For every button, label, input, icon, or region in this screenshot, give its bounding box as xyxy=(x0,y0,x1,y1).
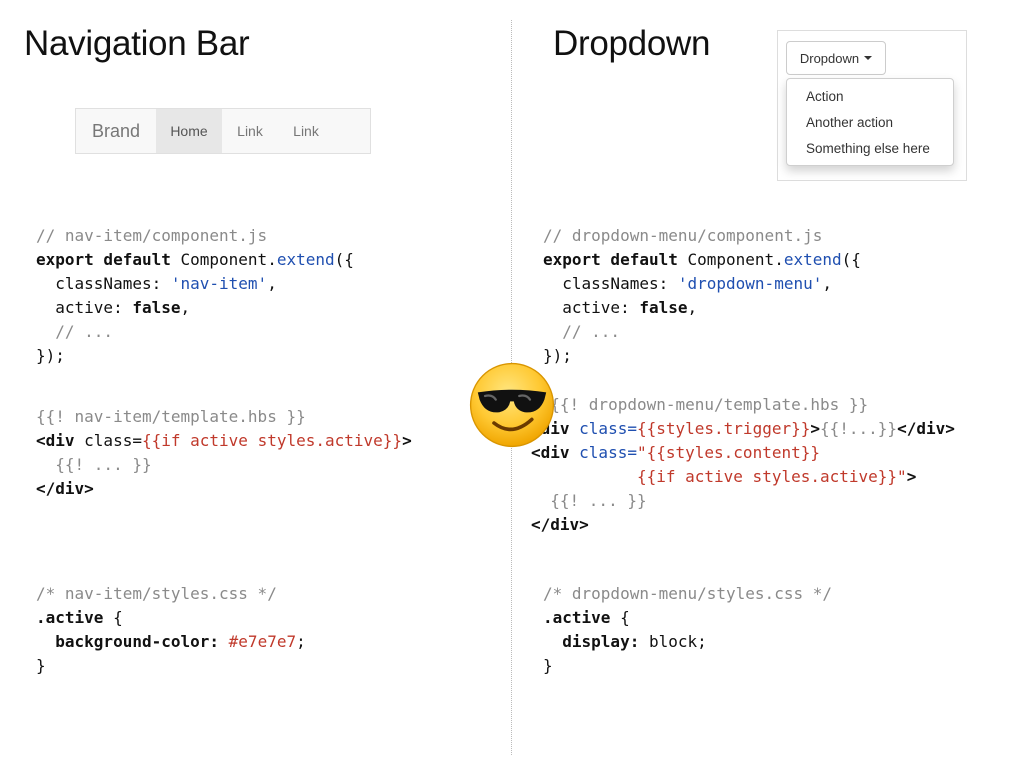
dropdown-example: Dropdown Action Another action Something… xyxy=(777,30,967,181)
code-helper: {{styles.trigger}} xyxy=(636,419,811,438)
heading-dropdown: Dropdown xyxy=(553,24,711,63)
code-text: }); xyxy=(36,346,65,365)
code-comment: /* dropdown-menu/styles.css */ xyxy=(543,584,832,603)
code-comment: // dropdown-menu/component.js xyxy=(543,226,823,245)
caret-down-icon xyxy=(864,56,873,60)
code-key: classNames: xyxy=(543,274,678,293)
code-text: { xyxy=(103,608,123,627)
code-text: , xyxy=(687,298,698,317)
code-comment: {{! ... }} xyxy=(531,491,647,510)
code-comment: {{! dropdown-menu/template.hbs }} xyxy=(531,395,869,414)
code-method: extend xyxy=(276,250,335,269)
code-attr: class= xyxy=(74,431,142,450)
code-comment: {{! nav-item/template.hbs }} xyxy=(36,407,306,426)
code-comment: /* nav-item/styles.css */ xyxy=(36,584,277,603)
code-helper: {{if active styles.active}}" xyxy=(531,467,907,486)
code-keyword: false xyxy=(639,298,688,317)
code-text: } xyxy=(543,656,553,675)
code-text: Component. xyxy=(677,250,784,269)
code-method: extend xyxy=(783,250,842,269)
code-string: 'dropdown-menu' xyxy=(677,274,823,293)
code-keyword: export default xyxy=(543,250,678,269)
dropdown-item-action[interactable]: Action xyxy=(787,84,953,110)
code-text: ; xyxy=(697,632,707,651)
code-keyword: export default xyxy=(36,250,171,269)
dropdown-menu: Action Another action Something else her… xyxy=(786,78,954,166)
code-nav-template-hbs: {{! nav-item/template.hbs }} <div class=… xyxy=(36,405,412,501)
code-text: ; xyxy=(296,632,306,651)
dropdown-button[interactable]: Dropdown xyxy=(786,41,886,75)
navbar-example: Brand Home Link Link xyxy=(75,108,371,154)
code-keyword: false xyxy=(132,298,181,317)
code-tag: > xyxy=(810,419,820,438)
code-tag: > xyxy=(906,467,917,486)
code-nav-styles-css: /* nav-item/styles.css */ .active { back… xyxy=(36,582,306,678)
code-text: , xyxy=(180,298,191,317)
code-text: ({ xyxy=(841,250,861,269)
code-tag: </div> xyxy=(897,419,955,438)
code-attr: class= xyxy=(569,419,637,438)
nav-item-home[interactable]: Home xyxy=(156,109,222,153)
code-dropdown-styles-css: /* dropdown-menu/styles.css */ .active {… xyxy=(543,582,832,678)
code-text: ({ xyxy=(334,250,354,269)
code-property: background-color: xyxy=(36,632,220,651)
code-comment: {{!...}} xyxy=(820,419,898,438)
code-selector: .active xyxy=(36,608,104,627)
code-helper: "{{styles.content}} xyxy=(636,443,820,462)
code-tag: > xyxy=(402,431,412,450)
code-dropdown-template-hbs: {{! dropdown-menu/template.hbs }} <div c… xyxy=(531,393,955,537)
code-attr: class= xyxy=(569,443,637,462)
code-key: classNames: xyxy=(36,274,171,293)
code-text: Component. xyxy=(170,250,277,269)
dropdown-item-something-else[interactable]: Something else here xyxy=(787,136,953,162)
dropdown-item-another-action[interactable]: Another action xyxy=(787,110,953,136)
navbar-brand[interactable]: Brand xyxy=(76,109,156,153)
code-comment: // ... xyxy=(36,322,114,341)
code-helper: {{if active styles.active}} xyxy=(141,431,403,450)
code-dropdown-component-js: // dropdown-menu/component.js export def… xyxy=(543,224,861,368)
code-comment: // ... xyxy=(543,322,621,341)
code-text: , xyxy=(267,274,277,293)
code-tag: <div xyxy=(36,431,75,450)
code-text: { xyxy=(610,608,630,627)
nav-item-link-2[interactable]: Link xyxy=(278,109,334,153)
dropdown-button-label: Dropdown xyxy=(799,50,860,66)
code-comment: // nav-item/component.js xyxy=(36,226,268,245)
code-string: 'nav-item' xyxy=(170,274,268,293)
heading-navigation-bar: Navigation Bar xyxy=(24,24,250,63)
code-selector: .active xyxy=(543,608,611,627)
code-value: #e7e7e7 xyxy=(219,632,297,651)
code-text: } xyxy=(36,656,46,675)
code-text: , xyxy=(822,274,832,293)
nav-item-link-1[interactable]: Link xyxy=(222,109,278,153)
code-value: block xyxy=(639,632,698,651)
sunglasses-smiley-icon xyxy=(469,362,555,448)
code-comment: {{! ... }} xyxy=(36,455,152,474)
code-nav-component-js: // nav-item/component.js export default … xyxy=(36,224,354,368)
code-property: display: xyxy=(543,632,640,651)
code-tag: </div> xyxy=(531,515,589,534)
code-tag: </div> xyxy=(36,479,94,498)
code-key: active: xyxy=(543,298,640,317)
code-key: active: xyxy=(36,298,133,317)
